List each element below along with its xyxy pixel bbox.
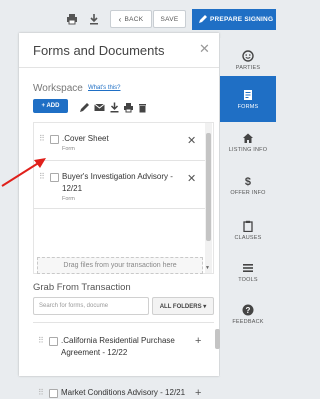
drag-handle-icon[interactable]: ⠿ [38, 388, 44, 397]
workspace-document-list: ⠿ .Cover Sheet Form ✕ ⠿ Buyer's Investig… [33, 122, 214, 274]
question-icon: ? [242, 304, 254, 315]
home-icon [243, 133, 253, 143]
transaction-item-name: .California Residential Purchase Agreeme… [61, 336, 175, 357]
sidebar-item-forms[interactable]: FORMS [220, 76, 276, 122]
divider [19, 67, 219, 68]
sidebar-item-offer-info[interactable]: $ OFFER INFO [220, 164, 276, 208]
all-folders-dropdown[interactable]: ALL FOLDERS ▾ [152, 297, 214, 315]
print-icon[interactable] [123, 100, 135, 113]
grab-from-transaction-heading: Grab From Transaction [33, 282, 131, 293]
document-type: Form [62, 146, 75, 152]
document-checkbox[interactable] [50, 173, 59, 182]
drag-handle-icon[interactable]: ⠿ [38, 336, 44, 345]
document-name: Buyer's Investigation Advisory - 12/21 [62, 172, 173, 193]
download-icon[interactable] [88, 12, 102, 26]
sidebar-item-label: FORMS [237, 103, 259, 110]
trash-icon[interactable] [137, 100, 149, 113]
scroll-down-icon[interactable]: ▼ [205, 265, 210, 271]
list-divider [33, 160, 205, 161]
pencil-icon[interactable] [79, 100, 91, 112]
remove-icon[interactable]: ✕ [187, 134, 196, 147]
right-sidebar: PARTIES FORMS LISTING INFO $ OFFER INFO … [220, 38, 276, 376]
list-scrollbar-thumb[interactable] [206, 133, 211, 241]
list-icon [243, 263, 253, 272]
prepare-signing-button[interactable]: PREPARE SIGNING [192, 9, 276, 30]
mail-icon[interactable] [94, 100, 106, 112]
save-button[interactable]: SAVE [153, 10, 186, 28]
svg-text:?: ? [245, 306, 250, 315]
pen-icon [199, 15, 207, 23]
sidebar-item-label: PARTIES [235, 64, 261, 71]
add-icon[interactable]: + [195, 387, 201, 399]
transaction-checkbox[interactable] [49, 337, 58, 346]
sidebar-item-label: CLAUSES [234, 234, 262, 241]
sidebar-item-label: LISTING INFO [228, 146, 268, 153]
sidebar-item-feedback[interactable]: ? FEEDBACK [220, 292, 276, 336]
file-dropzone[interactable]: Drag files from your transaction here [37, 257, 203, 274]
forms-documents-panel: Forms and Documents ✕ Workspace What's t… [19, 33, 220, 399]
document-type: Form [62, 196, 75, 202]
dollar-icon: $ [244, 176, 252, 188]
print-icon[interactable] [66, 12, 80, 26]
sidebar-item-label: OFFER INFO [230, 190, 266, 196]
sidebar-item-label: FEEDBACK [232, 318, 264, 325]
close-icon[interactable]: ✕ [199, 41, 210, 57]
panel-title: Forms and Documents [33, 43, 165, 58]
clipboard-icon [243, 220, 253, 232]
whats-this-link[interactable]: What's this? [88, 85, 121, 91]
document-checkbox[interactable] [50, 135, 59, 144]
sidebar-item-listing-info[interactable]: LISTING INFO [220, 120, 276, 164]
sidebar-item-tools[interactable]: TOOLS [220, 250, 276, 294]
drag-handle-icon[interactable]: ⠿ [39, 134, 45, 143]
forms-icon [244, 89, 252, 100]
document-name: .Cover Sheet [62, 134, 109, 143]
sidebar-item-clauses[interactable]: CLAUSES [220, 208, 276, 252]
divider [33, 322, 214, 323]
workspace-label: Workspace [33, 83, 83, 94]
prepare-signing-label: PREPARE SIGNING [210, 16, 274, 23]
smiley-icon [242, 49, 254, 62]
transaction-checkbox[interactable] [49, 389, 58, 398]
chevron-left-icon: ‹ [118, 14, 122, 24]
transaction-item-name: Market Conditions Advisory - 12/21 [61, 388, 186, 397]
add-icon[interactable]: + [195, 335, 201, 347]
add-button[interactable]: + ADD [33, 99, 68, 113]
back-button[interactable]: ‹ BACK [110, 10, 152, 28]
download-icon[interactable] [109, 100, 121, 113]
annotation-arrow [1, 158, 46, 187]
list-divider [33, 208, 205, 209]
back-button-label: BACK [124, 15, 144, 23]
remove-icon[interactable]: ✕ [187, 172, 196, 185]
sidebar-item-label: TOOLS [238, 276, 258, 283]
search-input[interactable]: Search for forms, docume [33, 297, 149, 315]
